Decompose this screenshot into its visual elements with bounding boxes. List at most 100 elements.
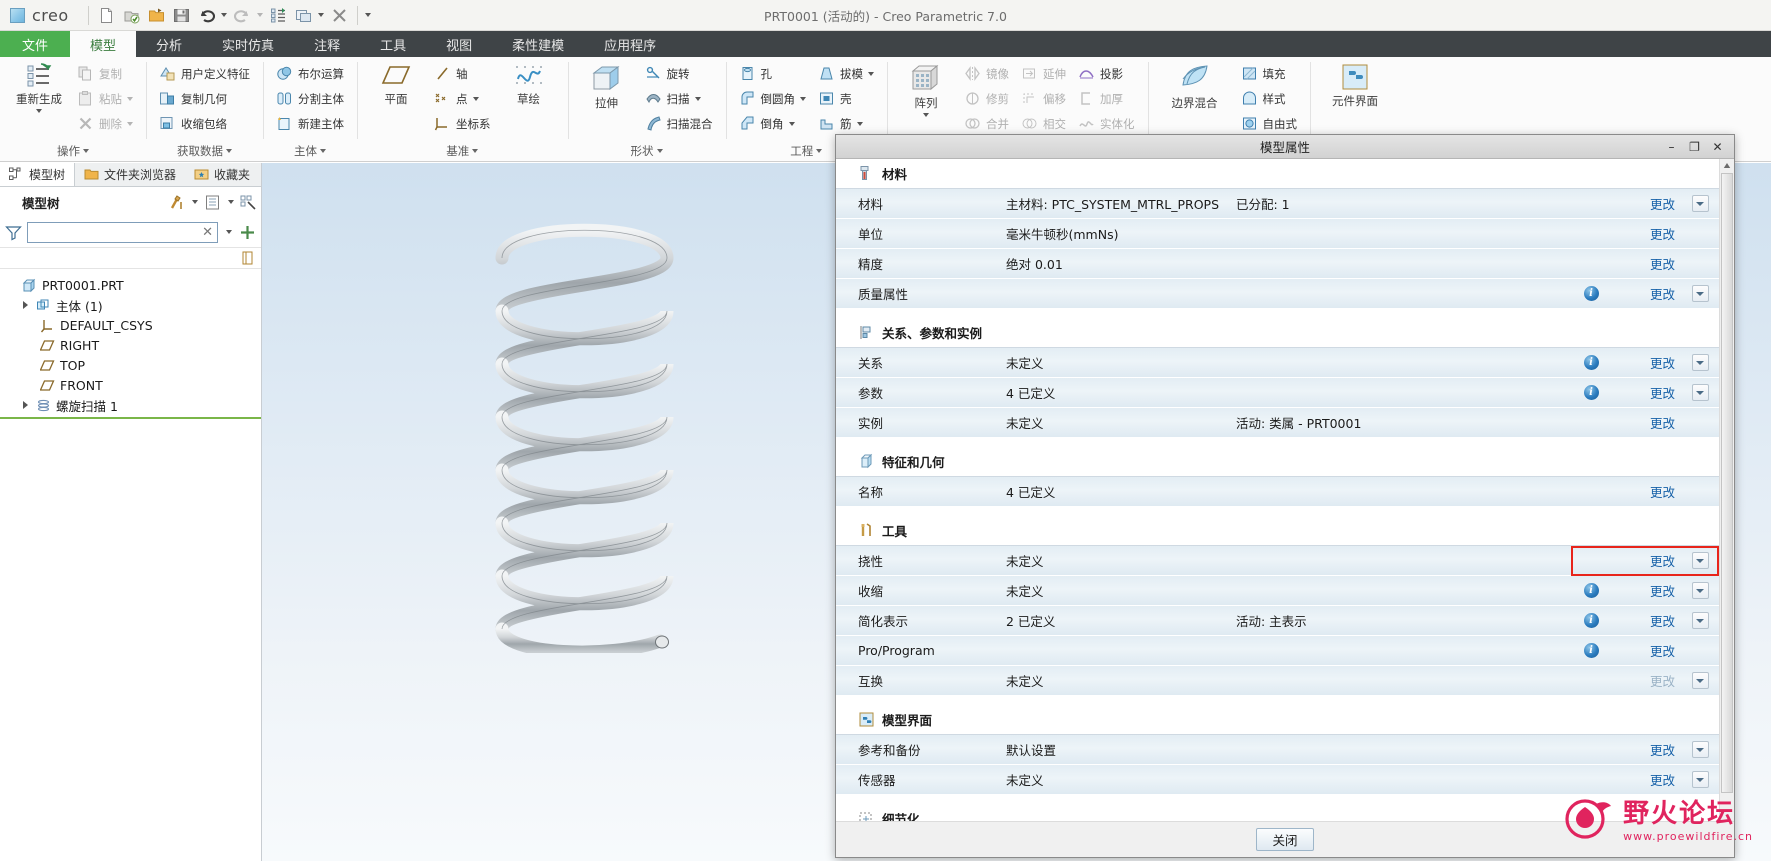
row-expander[interactable] xyxy=(1681,195,1719,212)
change-link[interactable]: 更改 xyxy=(1611,611,1681,630)
change-link[interactable]: 更改 xyxy=(1611,641,1681,660)
ribbon-group-label-body[interactable]: 主体 xyxy=(265,141,355,161)
tree-item-part[interactable]: PRT0001.PRT xyxy=(0,275,261,295)
change-link[interactable]: 更改 xyxy=(1611,482,1681,501)
tree-display-caret[interactable] xyxy=(225,190,236,214)
chevron-down-icon[interactable] xyxy=(694,96,701,101)
shell-button[interactable]: 壳 xyxy=(813,86,879,111)
property-row-mass-properties[interactable]: 质量属性 i 更改 xyxy=(836,279,1719,309)
ribbon-group-label-get-data[interactable]: 获取数据 xyxy=(148,141,261,161)
tree-item-top-plane[interactable]: TOP xyxy=(0,355,261,375)
model-tree[interactable]: PRT0001.PRT 主体 (1) DEFAULT_CSYS RIGHT TO… xyxy=(0,269,261,861)
tab-analysis[interactable]: 分析 xyxy=(136,31,202,57)
new-body-button[interactable]: 新建主体 xyxy=(271,111,349,136)
tree-filter-off-icon[interactable] xyxy=(240,194,257,211)
new-file-icon[interactable] xyxy=(94,3,119,28)
dialog-scrollbar[interactable] xyxy=(1719,159,1734,821)
freestyle-button[interactable]: 自由式 xyxy=(1236,111,1303,136)
split-body-button[interactable]: 分割主体 xyxy=(271,86,349,111)
row-expander[interactable] xyxy=(1681,771,1719,788)
row-expander[interactable] xyxy=(1681,354,1719,371)
boolean-button[interactable]: 布尔运算 xyxy=(271,61,349,86)
property-row-accuracy[interactable]: 精度 绝对 0.01 更改 xyxy=(836,249,1719,279)
chevron-down-icon[interactable] xyxy=(856,121,863,126)
regenerate-button[interactable]: 重新生成 xyxy=(8,61,70,113)
tab-flexible-modeling[interactable]: 柔性建模 xyxy=(492,31,584,57)
property-row-material[interactable]: 材料 主材料: PTC_SYSTEM_MTRL_PROPS 已分配: 1 更改 xyxy=(836,189,1719,219)
project-button[interactable]: 投影 xyxy=(1073,61,1140,86)
change-link[interactable]: 更改 xyxy=(1611,770,1681,789)
tab-model-tree[interactable]: 模型树 xyxy=(0,163,76,186)
copy-geometry-button[interactable]: 复制几何 xyxy=(154,86,255,111)
change-link[interactable]: 更改 xyxy=(1611,383,1681,402)
row-expander[interactable] xyxy=(1681,552,1719,569)
tab-applications[interactable]: 应用程序 xyxy=(584,31,676,57)
open-folder-icon[interactable] xyxy=(144,3,169,28)
row-expander[interactable] xyxy=(1681,285,1719,302)
search-history-caret[interactable] xyxy=(223,220,234,244)
minimize-button[interactable]: – xyxy=(1665,140,1678,154)
column-settings-icon[interactable] xyxy=(239,250,256,267)
tab-view[interactable]: 视图 xyxy=(426,31,492,57)
row-expander[interactable] xyxy=(1681,612,1719,629)
coordinate-system-button[interactable]: 坐标系 xyxy=(429,111,496,136)
add-filter-icon[interactable] xyxy=(239,224,256,241)
change-link[interactable]: 更改 xyxy=(1611,254,1681,273)
component-interface-button[interactable]: 元件界面 xyxy=(1318,61,1392,109)
info-icon[interactable]: i xyxy=(1583,385,1599,400)
sketch-button[interactable]: 草绘 xyxy=(498,61,560,107)
window-dropdown-caret[interactable] xyxy=(316,3,327,27)
info-icon[interactable]: i xyxy=(1583,583,1599,598)
close-window-icon[interactable] xyxy=(327,3,352,28)
property-row-pro-program[interactable]: Pro/Program i 更改 xyxy=(836,636,1719,666)
tree-item-front-plane[interactable]: FRONT xyxy=(0,375,261,395)
chamfer-button[interactable]: 倒角 xyxy=(734,111,812,136)
chevron-down-icon[interactable] xyxy=(472,96,479,101)
property-row-interchange[interactable]: 互换 未定义 更改 xyxy=(836,666,1719,696)
draft-button[interactable]: 拔模 xyxy=(813,61,879,86)
point-button[interactable]: 点 xyxy=(429,86,496,111)
swept-blend-button[interactable]: 扫描混合 xyxy=(640,111,718,136)
round-button[interactable]: 倒圆角 xyxy=(734,86,812,111)
close-dialog-button[interactable]: 关闭 xyxy=(1256,828,1314,851)
row-expander[interactable] xyxy=(1681,384,1719,401)
change-link[interactable]: 更改 xyxy=(1611,284,1681,303)
tree-settings-caret[interactable] xyxy=(189,190,200,214)
change-link[interactable]: 更改 xyxy=(1611,353,1681,372)
spring-model[interactable] xyxy=(492,223,732,653)
row-expander[interactable] xyxy=(1681,672,1719,689)
open-checked-icon[interactable] xyxy=(119,3,144,28)
close-button[interactable]: ✕ xyxy=(1711,140,1724,154)
sweep-button[interactable]: 扫描 xyxy=(640,86,718,111)
tab-file[interactable]: 文件 xyxy=(0,31,71,57)
udf-button[interactable]: 用户定义特征 xyxy=(154,61,255,86)
chevron-down-icon[interactable] xyxy=(36,109,42,113)
change-link[interactable]: 更改 xyxy=(1611,740,1681,759)
property-row-units[interactable]: 单位 毫米牛顿秒(mmNs) 更改 xyxy=(836,219,1719,249)
change-link[interactable]: 更改 xyxy=(1611,551,1681,570)
search-input[interactable]: ✕ xyxy=(27,221,218,243)
tree-item-helical-sweep[interactable]: 螺旋扫描 1 xyxy=(0,395,261,415)
info-icon[interactable]: i xyxy=(1583,355,1599,370)
chevron-down-icon[interactable] xyxy=(800,96,806,101)
clear-search-icon[interactable]: ✕ xyxy=(202,225,213,240)
change-link[interactable]: 更改 xyxy=(1611,224,1681,243)
rib-button[interactable]: 筋 xyxy=(813,111,879,136)
hole-button[interactable]: 孔 xyxy=(734,61,812,86)
tab-annotate[interactable]: 注释 xyxy=(294,31,360,57)
property-row-reference-backup[interactable]: 参考和备份 默认设置 更改 xyxy=(836,735,1719,765)
qat-overflow-caret[interactable] xyxy=(363,3,374,27)
row-expander[interactable] xyxy=(1681,582,1719,599)
plane-button[interactable]: 平面 xyxy=(365,61,427,107)
chevron-down-icon[interactable] xyxy=(788,121,795,126)
tab-tools[interactable]: 工具 xyxy=(360,31,426,57)
tab-favorites[interactable]: 收藏夹 xyxy=(185,163,259,186)
pattern-button[interactable]: 阵列 xyxy=(895,61,957,117)
save-icon[interactable] xyxy=(169,3,194,28)
tree-display-icon[interactable] xyxy=(204,194,221,211)
tree-item-default-csys[interactable]: DEFAULT_CSYS xyxy=(0,315,261,335)
scroll-up-arrow-icon[interactable] xyxy=(1720,159,1734,173)
property-row-parameters[interactable]: 参数 4 已定义 i 更改 xyxy=(836,378,1719,408)
expand-twisty-icon[interactable] xyxy=(20,301,31,309)
window-icon[interactable] xyxy=(291,3,316,28)
